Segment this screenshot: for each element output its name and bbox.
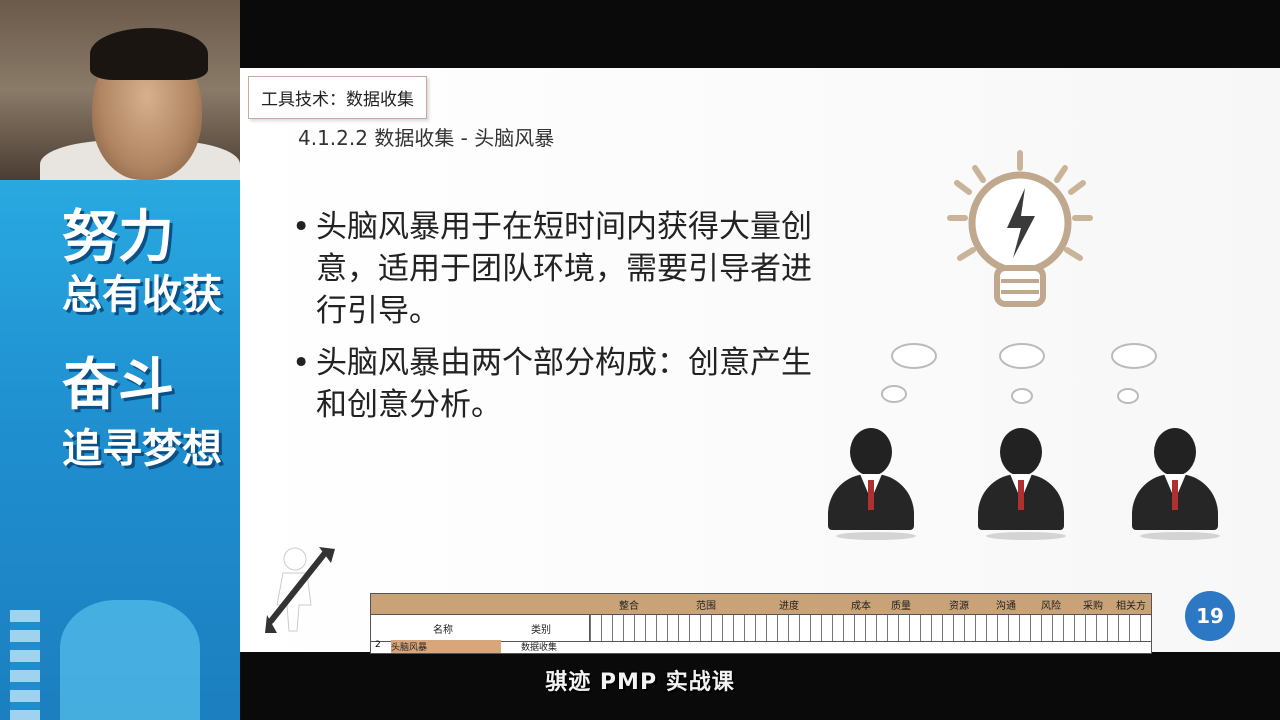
group-header: 资源 [949,601,969,612]
bullet-text: 头脑风暴由两个部分构成：创意产生和创意分析。 [316,345,812,423]
webcam-feed [0,0,240,180]
lightbulb-icon [947,150,1093,307]
group-header: 整合 [619,601,639,612]
row-category-cell: 数据收集 [521,643,558,653]
row-name-cell: 头脑风暴 [391,640,501,653]
presenter-hair [90,28,208,80]
person-icon [828,428,916,540]
process-matrix-table: 整合 范围 进度 成本 质量 资源 沟通 风险 采购 相关方 名称 类别 2 头… [370,593,1152,654]
poster-decoration-castle [60,600,200,720]
bullet-item: • 头脑风暴由两个部分构成：创意产生和创意分析。 [292,342,812,426]
bullet-dot-icon: • [292,345,311,381]
group-header: 范围 [696,601,716,612]
group-header: 质量 [891,601,911,612]
group-header: 相关方 [1116,601,1146,612]
presentation-slide: 工具技术：数据收集 4.1.2.2 数据收集 - 头脑风暴 • 头脑风暴用于在短时… [240,68,1280,654]
poster-line-1: 努力 [62,205,174,270]
bullet-item: • 头脑风暴用于在短时间内获得大量创意，适用于团队环境，需要引导者进行引导。 [292,206,812,332]
tool-technique-tag: 工具技术：数据收集 [248,76,427,119]
person-icon [1132,428,1220,540]
poster-line-4: 追寻梦想 [62,426,222,472]
column-name-header: 名称 [433,625,453,636]
group-header: 采购 [1083,601,1103,612]
group-header: 进度 [779,601,799,612]
table-row: 2 头脑风暴 数据收集 [371,640,1151,653]
motivational-poster: 努力 总有收获 奋斗 追寻梦想 [0,180,240,720]
wrench-figure-icon [265,547,335,633]
column-category-header: 类别 [531,625,551,636]
thought-cloud-icon [999,343,1045,404]
bullet-text: 头脑风暴用于在短时间内获得大量创意，适用于团队环境，需要引导者进行引导。 [316,209,812,329]
slide-subtitle: 4.1.2.2 数据收集 - 头脑风暴 [298,126,555,150]
left-panel: 努力 总有收获 奋斗 追寻梦想 [0,0,240,720]
group-header: 沟通 [996,601,1016,612]
group-header: 风险 [1041,601,1061,612]
page-number-badge: 19 [1185,591,1235,641]
row-index: 2 [375,640,381,650]
poster-line-2: 总有收获 [62,272,222,318]
table-subheader-row: 名称 类别 [371,614,1151,642]
table-header-row: 整合 范围 进度 成本 质量 资源 沟通 风险 采购 相关方 [371,594,1151,614]
bullet-list: • 头脑风暴用于在短时间内获得大量创意，适用于团队环境，需要引导者进行引导。 • 头… [292,206,812,436]
group-header: 成本 [851,601,871,612]
thought-cloud-icon [881,343,937,403]
person-icon [978,428,1066,540]
thought-cloud-icon [1111,343,1157,404]
video-caption: 骐迹 PMP 实战课 [545,670,735,695]
bullet-dot-icon: • [292,209,311,245]
poster-line-3: 奋斗 [62,353,174,418]
